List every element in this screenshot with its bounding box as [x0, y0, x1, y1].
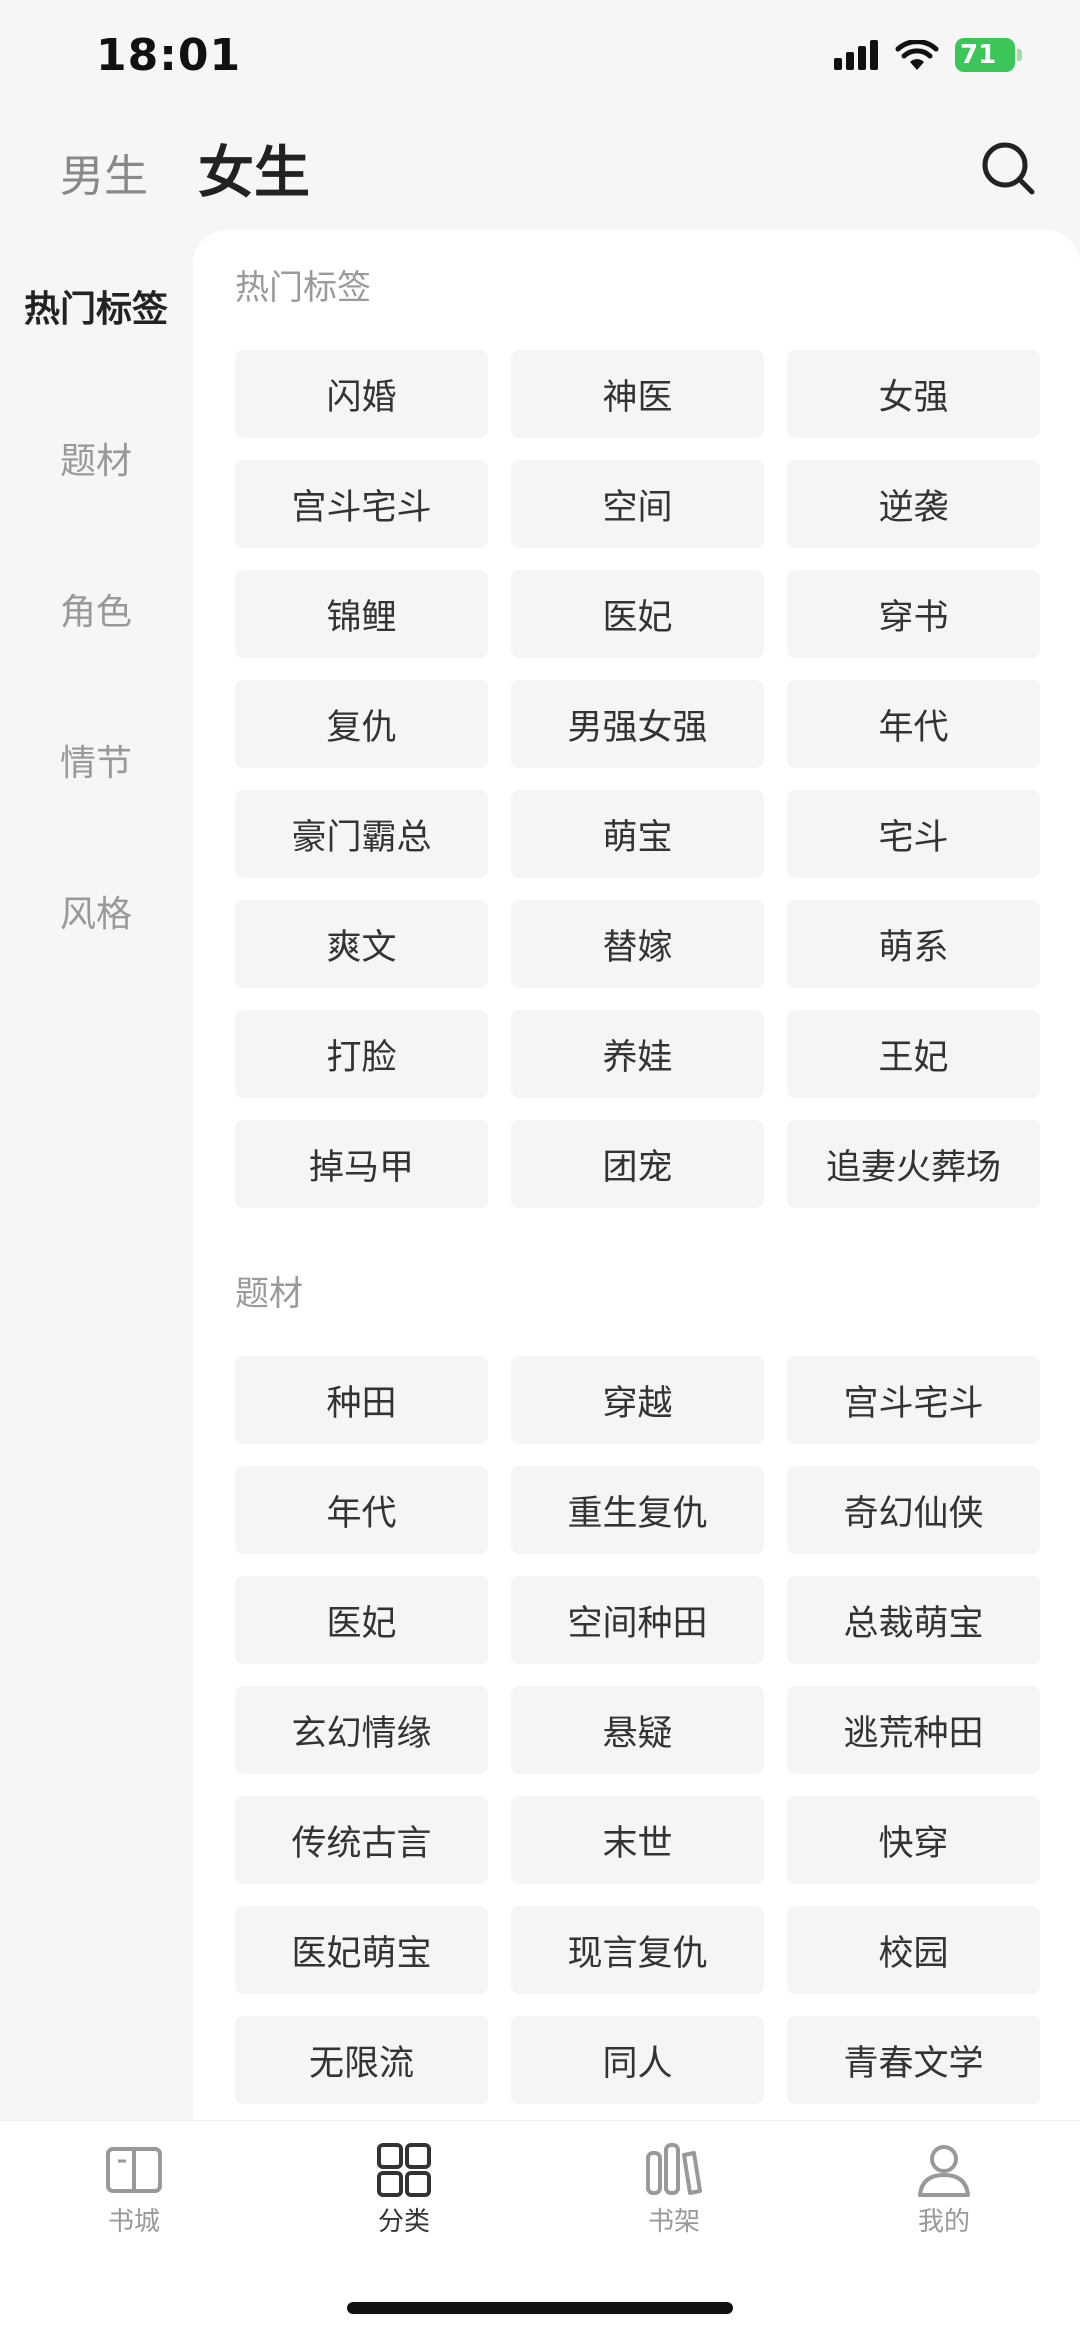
tag-chip[interactable]: 末世 [511, 1796, 764, 1884]
tag-chip[interactable]: 女强 [787, 350, 1040, 438]
sidebar-item-theme[interactable]: 题材 [0, 432, 192, 484]
sidebar-item-style[interactable]: 风格 [0, 885, 192, 937]
tag-chip[interactable]: 年代 [235, 1466, 488, 1554]
bookshelf-icon [646, 2143, 702, 2195]
tag-chip[interactable]: 逃荒种田 [787, 1686, 1040, 1774]
grid-icon [377, 2143, 431, 2197]
tab-female[interactable]: 女生 [198, 128, 310, 209]
tag-chip[interactable]: 复仇 [235, 680, 488, 768]
tab-label: 书架 [647, 2207, 700, 2237]
tab-label: 分类 [377, 2207, 430, 2237]
tag-chip[interactable]: 快穿 [787, 1796, 1040, 1884]
tab-label: 书城 [107, 2207, 160, 2237]
tag-chip[interactable]: 萌宝 [511, 790, 764, 878]
tag-chip[interactable]: 萌系 [787, 900, 1040, 988]
tag-chip[interactable]: 同人 [511, 2016, 764, 2104]
sidebar-item-role[interactable]: 角色 [0, 583, 192, 635]
tag-chip[interactable]: 传统古言 [235, 1796, 488, 1884]
status-time: 18:01 [96, 30, 242, 81]
tab-category[interactable]: 分类 [314, 2143, 494, 2238]
home-indicator [347, 2302, 733, 2314]
sidebar-item-plot[interactable]: 情节 [0, 734, 192, 786]
section-title-theme: 题材 [235, 1274, 303, 1314]
tag-chip[interactable]: 奇幻仙侠 [787, 1466, 1040, 1554]
search-icon[interactable] [978, 138, 1038, 198]
battery-icon: 71 [955, 38, 1025, 72]
tag-chip[interactable]: 空间 [511, 460, 764, 548]
status-bar: 18:01 71 [0, 0, 1080, 120]
tag-chip[interactable]: 男强女强 [511, 680, 764, 768]
tab-label: 我的 [917, 2207, 970, 2237]
tag-chip[interactable]: 种田 [235, 1356, 488, 1444]
tag-chip[interactable]: 现言复仇 [511, 1906, 764, 1994]
tag-chip[interactable]: 医妃 [511, 570, 764, 658]
tag-chip[interactable]: 校园 [787, 1906, 1040, 1994]
tag-chip[interactable]: 掉马甲 [235, 1120, 488, 1208]
tab-bookshelf[interactable]: 书架 [584, 2143, 764, 2238]
tag-chip[interactable]: 替嫁 [511, 900, 764, 988]
signal-icon [834, 40, 878, 70]
battery-level: 71 [960, 40, 997, 70]
tab-mine[interactable]: 我的 [854, 2143, 1034, 2238]
tab-bookstore[interactable]: 书城 [44, 2143, 224, 2238]
tag-chip[interactable]: 闪婚 [235, 350, 488, 438]
tag-chip[interactable]: 宅斗 [787, 790, 1040, 878]
tag-chip[interactable]: 空间种田 [511, 1576, 764, 1664]
tag-chip[interactable]: 玄幻情缘 [235, 1686, 488, 1774]
tag-chip[interactable]: 悬疑 [511, 1686, 764, 1774]
tag-chip[interactable]: 锦鲤 [235, 570, 488, 658]
tab-male[interactable]: 男生 [60, 140, 148, 204]
book-open-icon [106, 2147, 162, 2193]
tag-chip[interactable]: 养娃 [511, 1010, 764, 1098]
tag-chip[interactable]: 医妃 [235, 1576, 488, 1664]
person-icon [918, 2145, 970, 2197]
tag-chip[interactable]: 穿越 [511, 1356, 764, 1444]
tag-chip[interactable]: 王妃 [787, 1010, 1040, 1098]
tag-chip[interactable]: 重生复仇 [511, 1466, 764, 1554]
tag-chip[interactable]: 团宠 [511, 1120, 764, 1208]
tag-chip[interactable]: 无限流 [235, 2016, 488, 2104]
tag-chip[interactable]: 逆袭 [787, 460, 1040, 548]
tag-chip[interactable]: 宫斗宅斗 [787, 1356, 1040, 1444]
tag-chip[interactable]: 医妃萌宝 [235, 1906, 488, 1994]
tag-chip[interactable]: 打脸 [235, 1010, 488, 1098]
tag-chip[interactable]: 青春文学 [787, 2016, 1040, 2104]
tag-chip[interactable]: 总裁萌宝 [787, 1576, 1040, 1664]
section-title-hot-tags: 热门标签 [235, 268, 371, 308]
tag-chip[interactable]: 追妻火葬场 [787, 1120, 1040, 1208]
tag-chip[interactable]: 豪门霸总 [235, 790, 488, 878]
wifi-icon [895, 40, 939, 70]
tag-chip[interactable]: 爽文 [235, 900, 488, 988]
tag-panel: 热门标签 闪婚 神医 女强 宫斗宅斗 空间 逆袭 锦鲤 医妃 穿书 复仇 男强女强 年代 豪门霸总 萌宝宅… [193, 230, 1080, 2120]
tag-chip[interactable]: 宫斗宅斗 [235, 460, 488, 548]
tag-chip[interactable]: 年代 [787, 680, 1040, 768]
sidebar-item-hot-tags[interactable]: 热门标签 [0, 280, 192, 332]
tag-chip[interactable]: 穿书 [787, 570, 1040, 658]
tag-chip[interactable]: 神医 [511, 350, 764, 438]
